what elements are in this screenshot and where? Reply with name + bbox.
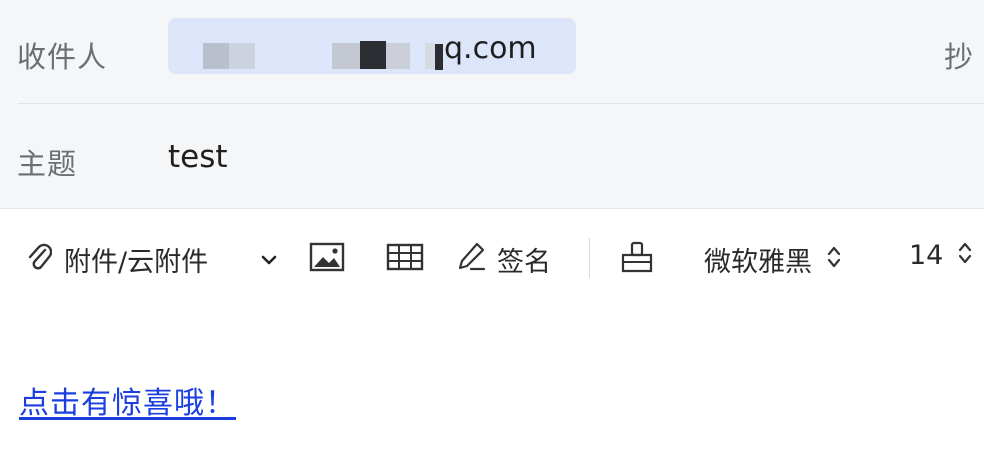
body-link[interactable]: 点击有惊喜哦！	[19, 378, 236, 422]
format-painter-button[interactable]	[620, 240, 654, 281]
insert-table-button[interactable]	[386, 243, 424, 278]
redacted-text	[435, 44, 443, 70]
font-family-value: 微软雅黑	[704, 247, 812, 278]
recipient-address[interactable]: q.com	[444, 31, 537, 66]
signature-button[interactable]: 签名	[457, 240, 551, 279]
font-size-select[interactable]: 14	[909, 240, 973, 271]
attachment-label: 附件/云附件	[64, 247, 209, 278]
font-family-select[interactable]: 微软雅黑	[704, 240, 842, 279]
attachment-button[interactable]: 附件/云附件	[26, 240, 208, 279]
font-size-value: 14	[909, 240, 944, 271]
signature-label: 签名	[497, 247, 551, 278]
redacted-text	[386, 43, 410, 69]
subject-input[interactable]: test	[168, 139, 228, 175]
pen-icon	[457, 240, 487, 279]
redacted-text	[425, 43, 435, 69]
format-painter-icon	[620, 240, 654, 281]
redacted-text	[229, 43, 255, 69]
stepper-icon	[957, 240, 973, 271]
divider	[18, 103, 984, 104]
recipient-label: 收件人	[17, 40, 108, 74]
insert-image-button[interactable]	[309, 242, 345, 279]
redacted-text	[203, 43, 229, 69]
attachment-dropdown[interactable]	[259, 246, 279, 277]
image-icon	[309, 242, 345, 279]
cc-button[interactable]: 抄	[944, 34, 973, 76]
redacted-text	[360, 41, 386, 69]
chevron-down-icon	[259, 246, 279, 277]
toolbar-divider	[589, 238, 590, 278]
stepper-icon	[826, 244, 842, 275]
table-icon	[386, 243, 424, 278]
paperclip-icon	[26, 241, 53, 278]
subject-label: 主题	[17, 147, 78, 181]
redacted-text	[332, 43, 360, 69]
divider	[0, 208, 984, 209]
